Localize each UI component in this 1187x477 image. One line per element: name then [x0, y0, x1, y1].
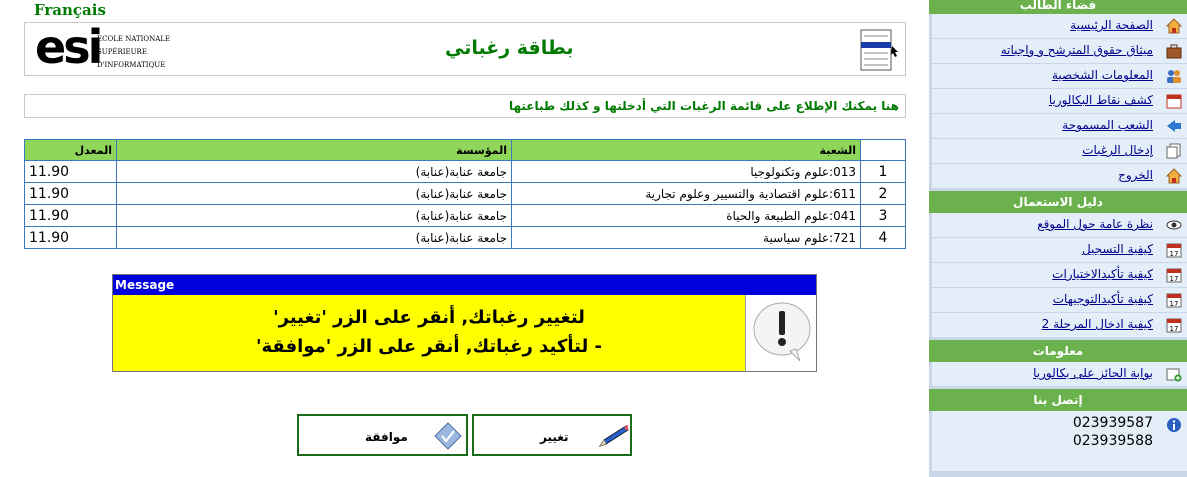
confirm-button-label: موافقة — [365, 430, 408, 444]
row-moyenne: 11.90 — [24, 160, 117, 183]
row-etablissement: جامعة عنابة(عنابة) — [116, 226, 512, 249]
sidebar-section-info: معلومات — [929, 340, 1187, 362]
row-etablissement: جامعة عنابة(عنابة) — [116, 182, 512, 205]
table-row: 4 721:علوم سياسية جامعة عنابة(عنابة) 11.… — [24, 226, 906, 249]
sidebar-item-personal-info[interactable]: المعلومات الشخصية — [932, 64, 1187, 89]
table-header-row: الشعبة المؤسسة المعدل — [24, 139, 906, 161]
table-row: 1 013:علوم وتكنولوجيا جامعة عنابة(عنابة)… — [24, 160, 906, 183]
svg-text:17: 17 — [1170, 275, 1179, 283]
message-line-1: لتغيير رغباتك, أنقر على الزر 'تغيير' — [273, 307, 585, 328]
header-filiere: الشعبة — [511, 139, 861, 161]
sidebar-item-bac-portal[interactable]: بوابة الحائز على بكالوريا — [932, 362, 1187, 387]
sidebar-section-guide: دليل الاستعمال — [929, 191, 1187, 213]
message-line-2: - لتأكيد رغباتك, أنقر على الزر 'موافقة' — [256, 336, 602, 357]
header-moyenne: المعدل — [24, 139, 117, 161]
svg-text:17: 17 — [1170, 300, 1179, 308]
row-filiere: 721:علوم سياسية — [511, 226, 861, 249]
sidebar-item-label[interactable]: الخروج — [1118, 168, 1153, 182]
sidebar-item-confirm-orientations[interactable]: كيفية تأكيدالتوجيهات 17 — [932, 288, 1187, 313]
exclamation-bubble-icon — [753, 302, 811, 362]
sidebar-item-label[interactable]: كشف نقاط البكالوريا — [1049, 93, 1153, 107]
sidebar-item-label[interactable]: إدخال الرغبات — [1082, 143, 1153, 157]
users-icon — [1167, 70, 1181, 83]
sidebar: فضاء الطالب الصفحة الرئيسية ميثاق حقوق ا… — [929, 0, 1187, 477]
contact-phone: 023939588 — [1072, 433, 1153, 449]
sidebar-item-bac-grades[interactable]: كشف نقاط البكالوريا — [932, 89, 1187, 114]
message-box: Message لتغيير رغباتك, أنقر على الزر 'تغ… — [112, 274, 817, 372]
contact-phone: 023939587 — [1072, 415, 1153, 431]
sidebar-item-label[interactable]: الشعب المسموحة — [1062, 118, 1153, 132]
message-body: لتغيير رغباتك, أنقر على الزر 'تغيير' - ل… — [113, 295, 745, 371]
calendar-17-icon: 17 — [1166, 268, 1182, 283]
row-etablissement: جامعة عنابة(عنابة) — [116, 160, 512, 183]
calendar-17-icon: 17 — [1166, 318, 1182, 333]
pencil-icon — [598, 425, 629, 447]
sidebar-item-enter-wishes[interactable]: إدخال الرغبات — [932, 139, 1187, 164]
page-header: esi ECOLE NATIONALE SUPÉRIEURE D'INFORMA… — [24, 20, 906, 76]
svg-text:17: 17 — [1170, 325, 1179, 333]
language-link-francais[interactable]: Français — [34, 1, 106, 19]
sidebar-item-phase-2[interactable]: كيفية ادخال المرحلة 2 17 — [932, 313, 1187, 338]
message-icon-cell — [745, 295, 816, 371]
svg-text:17: 17 — [1170, 250, 1179, 258]
logo-esi-text: esi — [35, 20, 103, 74]
sidebar-item-charter[interactable]: ميثاق حقوق المترشح و واجباته — [932, 39, 1187, 64]
sidebar-section-contact: إتصل بنا — [929, 389, 1187, 411]
home-icon — [1166, 168, 1182, 184]
row-num: 2 — [860, 182, 906, 205]
row-moyenne: 11.90 — [24, 226, 117, 249]
sidebar-item-label[interactable]: الصفحة الرئيسية — [1070, 18, 1153, 32]
sidebar-item-label[interactable]: كيفية تأكيدالتوجيهات — [1053, 292, 1153, 306]
briefcase-icon — [1166, 44, 1182, 59]
sidebar-item-registration[interactable]: كيفية التسجيل 17 — [932, 238, 1187, 263]
sidebar-item-label[interactable]: بوابة الحائز على بكالوريا — [1033, 366, 1153, 380]
validate-icon — [434, 422, 462, 450]
sidebar-item-allowed-branches[interactable]: الشعب المسموحة — [932, 114, 1187, 139]
pages-icon — [1166, 143, 1181, 159]
sidebar-item-label[interactable]: المعلومات الشخصية — [1052, 68, 1153, 82]
home-icon — [1166, 18, 1182, 34]
sidebar-section-student-space: فضاء الطالب — [929, 0, 1187, 14]
table-row: 3 041:علوم الطبيعة والحياة جامعة عنابة(ع… — [24, 204, 906, 227]
header-etablissement: المؤسسة — [116, 139, 512, 161]
calendar-17-icon: 17 — [1166, 243, 1182, 258]
arrow-icon — [1167, 120, 1181, 132]
notice-text: هنا يمكنك الإطلاع على قائمة الرغبات التي… — [24, 94, 906, 118]
row-filiere: 611:علوم اقتصادية والتسيير وعلوم تجارية — [511, 182, 861, 205]
sidebar-item-confirm-choices[interactable]: كيفية تأكيدالاختيارات 17 — [932, 263, 1187, 288]
row-filiere: 013:علوم وتكنولوجيا — [511, 160, 861, 183]
window-plus-icon — [1166, 368, 1182, 382]
wishes-table: الشعبة المؤسسة المعدل 1 013:علوم وتكنولو… — [24, 139, 906, 249]
sidebar-item-label[interactable]: كيفية ادخال المرحلة 2 — [1042, 317, 1153, 331]
esi-logo: esi ECOLE NATIONALE SUPÉRIEURE D'INFORMA… — [33, 20, 183, 74]
document-list-icon — [860, 29, 898, 71]
sidebar-item-label[interactable]: كيفية تأكيدالاختيارات — [1052, 267, 1153, 281]
row-etablissement: جامعة عنابة(عنابة) — [116, 204, 512, 227]
row-filiere: 041:علوم الطبيعة والحياة — [511, 204, 861, 227]
header-num — [860, 139, 906, 161]
eye-icon — [1166, 220, 1182, 230]
change-button-label: تغيير — [540, 430, 569, 444]
change-button[interactable]: تغيير — [472, 414, 632, 456]
row-num: 4 — [860, 226, 906, 249]
row-moyenne: 11.90 — [24, 204, 117, 227]
sidebar-item-overview[interactable]: نظرة عامة حول الموقع — [932, 213, 1187, 238]
row-moyenne: 11.90 — [24, 182, 117, 205]
sidebar-item-label[interactable]: ميثاق حقوق المترشح و واجباته — [1001, 43, 1153, 57]
sidebar-item-logout[interactable]: الخروج — [932, 164, 1187, 189]
sidebar-item-label[interactable]: نظرة عامة حول الموقع — [1037, 217, 1153, 231]
info-icon — [1167, 418, 1181, 432]
sidebar-item-home[interactable]: الصفحة الرئيسية — [932, 14, 1187, 39]
message-title: Message — [113, 275, 816, 295]
sidebar-item-label[interactable]: كيفية التسجيل — [1082, 242, 1153, 256]
confirm-button[interactable]: موافقة — [297, 414, 468, 456]
page-title: بطاقة رغباتي — [445, 37, 574, 59]
row-num: 1 — [860, 160, 906, 183]
table-row: 2 611:علوم اقتصادية والتسيير وعلوم تجاري… — [24, 182, 906, 205]
logo-subtitle: ECOLE NATIONALE SUPÉRIEURE D'INFORMATIQU… — [97, 35, 171, 69]
calendar-17-icon: 17 — [1166, 293, 1182, 308]
contact-info: 023939587 023939588 — [932, 411, 1187, 471]
calendar-icon — [1166, 94, 1182, 109]
row-num: 3 — [860, 204, 906, 227]
